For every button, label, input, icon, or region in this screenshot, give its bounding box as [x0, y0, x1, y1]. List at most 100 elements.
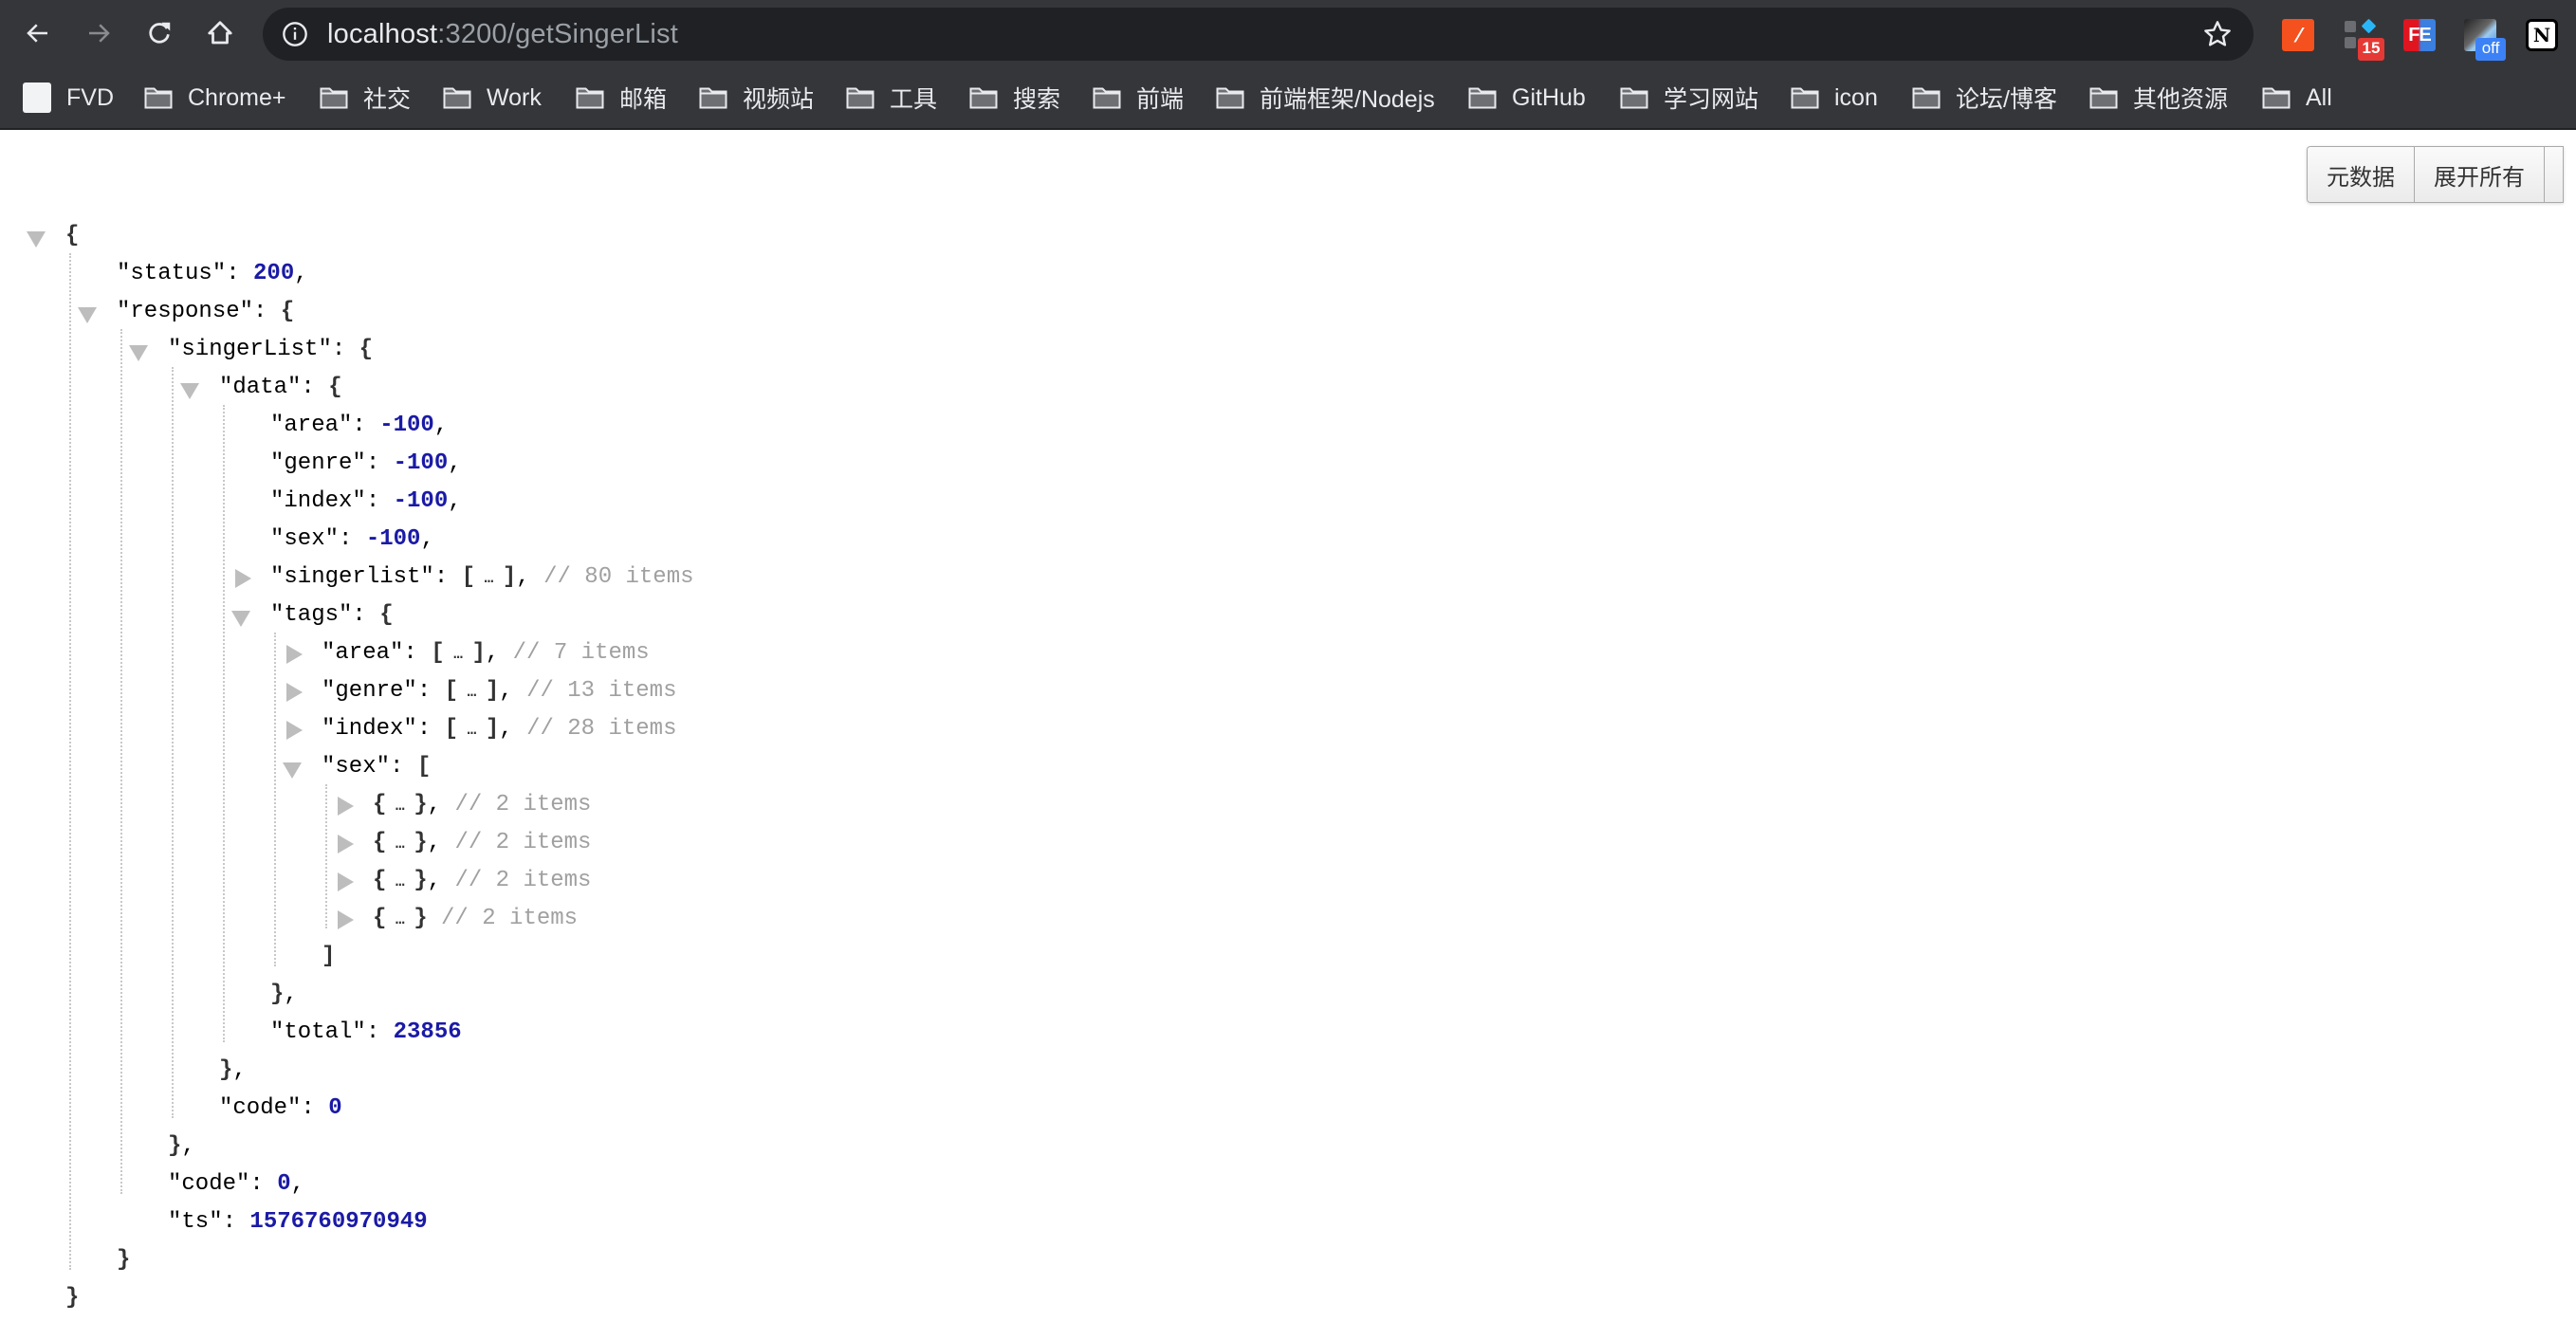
expand-toggle-icon[interactable] — [334, 872, 354, 891]
json-close-bracket: ] — [322, 944, 336, 969]
json-close-brace: } — [117, 1247, 131, 1273]
json-row-response: "response": { — [78, 293, 294, 331]
json-close-brace: }, — [168, 1133, 195, 1159]
notion-extension-icon[interactable]: N — [2526, 19, 2558, 51]
extension-badge: 15 — [2358, 38, 2384, 61]
json-row-sex-item: { … }, // 2 items — [338, 824, 591, 862]
json-row-status: "status": 200, — [117, 261, 308, 286]
expand-toggle-icon[interactable] — [283, 683, 303, 702]
expand-toggle-icon[interactable] — [334, 797, 354, 816]
info-icon[interactable] — [282, 21, 308, 47]
collapse-toggle-icon[interactable] — [27, 228, 46, 248]
bookmark-folder[interactable]: 邮箱 — [576, 82, 667, 114]
json-row-sex-item: { … }, // 2 items — [338, 786, 591, 824]
raw-data-button[interactable]: 元数据 — [2308, 147, 2415, 202]
forward-button[interactable] — [82, 16, 116, 50]
json-row-sex-item: { … }, // 2 items — [338, 862, 591, 900]
json-row-singerlist-object: "singerList": { — [129, 331, 373, 369]
fe-extension-icon[interactable]: FE — [2403, 19, 2436, 51]
expand-toggle-icon[interactable] — [283, 645, 303, 664]
bookmark-folder[interactable]: 学习网站 — [1620, 82, 1758, 114]
arrow-right-icon — [89, 24, 110, 43]
bookmark-folder[interactable]: Chrome+ — [144, 82, 286, 114]
back-button[interactable] — [21, 16, 55, 50]
collapse-toggle-icon[interactable] — [129, 341, 148, 361]
url-host: localhost — [327, 19, 438, 49]
json-row-tags-index: "index": [ … ], // 28 items — [286, 710, 677, 748]
bookmark-folder[interactable]: icon — [1791, 82, 1878, 114]
home-button[interactable] — [203, 16, 237, 50]
guide-line — [325, 784, 327, 928]
folder-icon — [1620, 87, 1648, 109]
json-row-data: "data": { — [180, 369, 342, 407]
guide-line — [172, 367, 174, 1118]
folder-icon — [1093, 87, 1121, 109]
bookmark-folder[interactable]: 论坛/博客 — [1912, 82, 2057, 114]
address-bar[interactable]: localhost:3200/getSingerList — [263, 8, 2254, 61]
json-close-brace: }, — [219, 1057, 247, 1083]
json-row-sex-item: { … } // 2 items — [338, 900, 578, 938]
expand-toggle-icon[interactable] — [334, 910, 354, 929]
folder-icon — [1216, 87, 1244, 109]
json-row-singerlist-array: "singerlist": [ … ], // 80 items — [235, 559, 694, 597]
folder-icon — [443, 87, 471, 109]
collapse-toggle-icon[interactable] — [78, 303, 97, 323]
viewer-button-group: 元数据 展开所有 — [2307, 146, 2564, 203]
reload-icon — [149, 22, 171, 44]
expand-toggle-icon[interactable] — [231, 569, 251, 588]
guide-line — [120, 329, 122, 1194]
json-row-tags-area: "area": [ … ], // 7 items — [286, 634, 650, 672]
folder-icon — [1912, 87, 1941, 109]
json-row-genre: "genre": -100, — [270, 450, 462, 476]
folder-icon — [144, 87, 173, 109]
json-row-area: "area": -100, — [270, 413, 449, 438]
code-extension-icon[interactable]: ⁄ — [2282, 19, 2314, 51]
folder-icon — [2262, 87, 2291, 109]
browser-toolbar: localhost:3200/getSingerList ⁄ 15 FE off… — [0, 0, 2576, 66]
json-row-inner-code: "code": 0 — [219, 1095, 342, 1121]
guide-line — [69, 253, 71, 1270]
json-row-index: "index": -100, — [270, 488, 462, 514]
bookmark-folder[interactable]: Work — [443, 82, 542, 114]
collapse-toggle-icon[interactable] — [180, 379, 199, 399]
arrow-left-icon — [27, 24, 47, 43]
guide-line — [223, 405, 225, 1042]
folder-icon — [1468, 87, 1497, 109]
bookmark-fvd[interactable]: FVD — [23, 82, 114, 114]
collapse-toggle-icon[interactable] — [283, 759, 302, 779]
expand-toggle-icon[interactable] — [283, 721, 303, 740]
more-button[interactable] — [2545, 147, 2564, 202]
folder-icon — [846, 87, 874, 109]
json-row-ts: "ts": 1576760970949 — [168, 1209, 428, 1235]
bookmark-folder[interactable]: All — [2262, 82, 2332, 114]
bookmark-folder[interactable]: GitHub — [1468, 82, 1586, 114]
json-row-tags-genre: "genre": [ … ], // 13 items — [286, 672, 677, 710]
bookmarks-bar: FVD Chrome+ 社交 Work 邮箱 视频站 工具 搜索 前端 前端框架… — [0, 66, 2576, 130]
bookmark-star-icon[interactable] — [2202, 19, 2233, 49]
json-row-total: "total": 23856 — [270, 1019, 462, 1045]
bookmark-folder[interactable]: 社交 — [320, 82, 411, 114]
expand-toggle-icon[interactable] — [334, 835, 354, 854]
json-row-code: "code": 0, — [168, 1171, 305, 1197]
guide-line — [274, 633, 276, 966]
json-row-sex: "sex": -100, — [270, 526, 434, 552]
folder-icon — [969, 87, 998, 109]
expand-all-button[interactable]: 展开所有 — [2415, 147, 2545, 202]
collapse-toggle-icon[interactable] — [231, 607, 250, 627]
json-close-brace: }, — [270, 982, 298, 1007]
reload-button[interactable] — [142, 16, 176, 50]
bookmark-folder[interactable]: 搜索 — [969, 82, 1060, 114]
bookmark-folder[interactable]: 前端框架/Nodejs — [1216, 82, 1435, 114]
json-row-tags: "tags": { — [231, 597, 394, 634]
extension-badge: off — [2475, 38, 2506, 61]
bookmark-folder[interactable]: 工具 — [846, 82, 937, 114]
folder-icon — [576, 87, 604, 109]
home-icon — [208, 21, 232, 45]
folder-icon — [320, 87, 348, 109]
bookmark-folder[interactable]: 前端 — [1093, 82, 1184, 114]
bookmark-folder[interactable]: 其他资源 — [2089, 82, 2228, 114]
url-text[interactable]: localhost:3200/getSingerList — [327, 19, 678, 49]
json-root-open: { — [27, 217, 79, 255]
bookmark-folder[interactable]: 视频站 — [699, 82, 814, 114]
json-root-close: } — [65, 1285, 80, 1311]
